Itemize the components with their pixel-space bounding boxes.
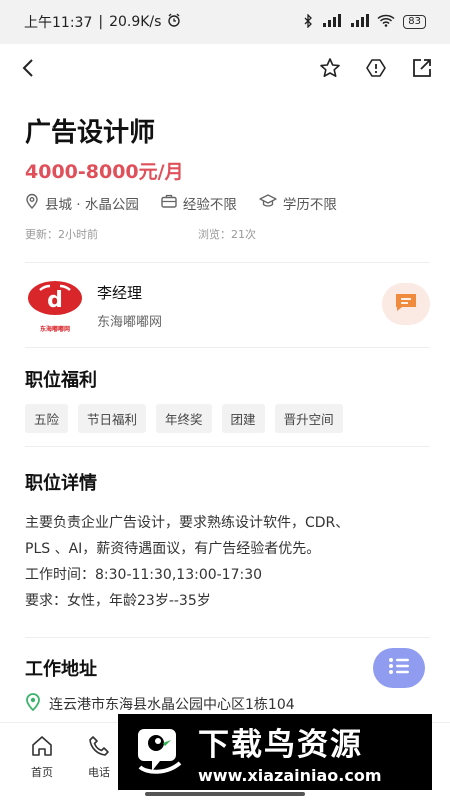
chat-button[interactable] [382, 283, 430, 325]
job-title: 广告设计师 [25, 118, 156, 148]
education-text: 学历不限 [282, 197, 337, 213]
salary: 4000-8000元/月 [25, 161, 184, 183]
tab-phone[interactable]: 电话 [88, 735, 110, 780]
updated-time: 更新：2小时前 [25, 228, 98, 241]
bird-logo-icon [128, 721, 190, 783]
details-title: 职位详情 [25, 473, 97, 494]
job-description: 主要负责企业广告设计，要求熟练设计软件，CDR、 PLS 、AI，薪资待遇面议，… [25, 510, 430, 614]
benefits-title: 职位福利 [25, 370, 97, 391]
view-count: 浏览：21次 [198, 228, 256, 241]
divider [25, 262, 430, 263]
star-icon[interactable] [318, 56, 342, 80]
recruiter-info: 李经理 东海嘟嘟网 [97, 282, 162, 330]
divider [25, 347, 430, 348]
tab-phone-label: 电话 [88, 766, 110, 779]
address-title: 工作地址 [25, 659, 97, 680]
signal-icon-2 [349, 14, 370, 30]
job-meta-row: 县城 · 水晶公园 经验不限 学历不限 [25, 193, 337, 213]
phone-icon [88, 735, 110, 760]
location-pin-icon [25, 693, 41, 715]
description-line: 要求：女性，年龄23岁--35岁 [25, 593, 211, 609]
briefcase-icon [161, 194, 177, 212]
status-time: 上午11:37 [24, 15, 93, 31]
tab-home-label: 首页 [31, 766, 53, 779]
status-left: 上午11:37 | 20.9K/s [24, 12, 181, 32]
benefit-tag: 团建 [221, 404, 265, 433]
nav-actions [318, 56, 434, 80]
meta-education: 学历不限 [259, 193, 337, 213]
status-right: 83 [303, 12, 426, 31]
company-logo: d 东海嘟嘟网 [25, 279, 85, 333]
signal-icon-1 [321, 14, 342, 30]
address-text: 连云港市东海县水晶公园中心区1栋104 [49, 697, 295, 713]
divider [25, 637, 430, 638]
benefit-tags: 五险 节日福利 年终奖 团建 晋升空间 [25, 404, 343, 433]
watermark-title: 下载鸟资源 [198, 727, 363, 763]
description-line: PLS 、AI，薪资待遇面议，有广告经验者优先。 [25, 541, 321, 557]
home-indicator[interactable] [145, 792, 305, 796]
status-speed: 20.9K/s [109, 14, 162, 30]
recruiter-name: 李经理 [97, 284, 143, 302]
recruiter-card[interactable]: d 东海嘟嘟网 李经理 东海嘟嘟网 [25, 278, 430, 334]
watermark-text: 下载鸟资源 www.xiazainiao.com [198, 719, 381, 785]
benefit-tag: 年终奖 [156, 404, 212, 433]
alarm-icon [167, 13, 181, 31]
nav-bar [0, 44, 450, 92]
benefit-tag: 晋升空间 [274, 404, 343, 433]
meta-experience: 经验不限 [161, 193, 237, 213]
description-line: 主要负责企业广告设计，要求熟练设计软件，CDR、 [25, 515, 350, 531]
meta-location: 县城 · 水晶公园 [25, 193, 139, 213]
back-arrow-icon[interactable] [16, 56, 40, 80]
message-icon [394, 291, 418, 317]
location-text: 县城 · 水晶公园 [45, 197, 139, 213]
experience-text: 经验不限 [182, 197, 237, 213]
watermark-url: www.xiazainiao.com [198, 766, 382, 785]
location-pin-icon [25, 193, 39, 213]
status-separator: | [98, 14, 104, 30]
status-bar: 上午11:37 | 20.9K/s 83 [0, 0, 450, 44]
benefit-tag: 五险 [25, 404, 69, 433]
list-icon [388, 657, 410, 679]
watermark-banner: 下载鸟资源 www.xiazainiao.com [118, 714, 432, 790]
tab-home[interactable]: 首页 [30, 735, 54, 780]
divider [25, 446, 430, 447]
svg-text:d: d [47, 288, 63, 313]
description-line: 工作时间：8:30-11:30,13:00-17:30 [25, 567, 263, 583]
wifi-icon [377, 14, 395, 30]
alert-icon[interactable] [364, 56, 388, 80]
benefit-tag: 节日福利 [78, 404, 147, 433]
battery-indicator: 83 [403, 15, 426, 29]
graduation-cap-icon [259, 194, 277, 212]
recruiter-company: 东海嘟嘟网 [97, 315, 163, 330]
home-icon [30, 735, 54, 760]
list-fab-button[interactable] [373, 648, 425, 688]
work-address[interactable]: 连云港市东海县水晶公园中心区1栋104 [25, 693, 295, 715]
company-logo-text: 东海嘟嘟网 [39, 325, 70, 333]
share-icon[interactable] [410, 56, 434, 80]
job-sub-meta: 更新：2小时前 浏览：21次 [25, 226, 256, 242]
bluetooth-icon [303, 12, 313, 31]
